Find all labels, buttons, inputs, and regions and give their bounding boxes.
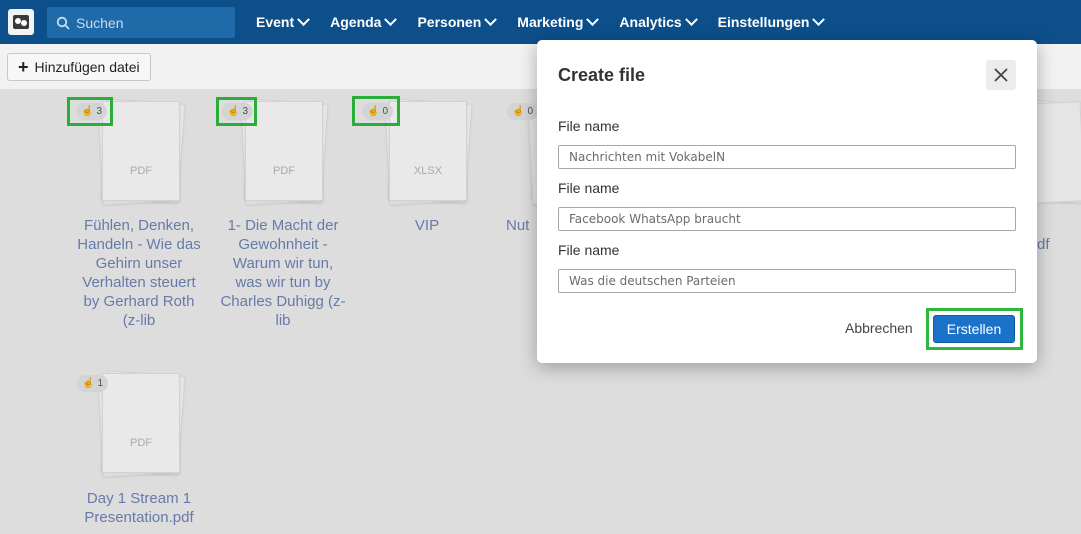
- menu-personen-label: Personen: [417, 14, 482, 30]
- menu-analytics[interactable]: Analytics: [619, 12, 698, 30]
- menu-einstellungen-label: Einstellungen: [717, 14, 810, 30]
- menu-event[interactable]: Event: [256, 12, 310, 30]
- main-menu: Event Agenda Personen Marketing Analytic…: [256, 0, 845, 44]
- chevron-down-icon: [297, 12, 310, 26]
- menu-event-label: Event: [256, 14, 295, 30]
- search-placeholder: Suchen: [76, 14, 124, 31]
- create-file-dialog: Create file File name Nachrichten mit Vo…: [537, 40, 1037, 363]
- chevron-down-icon: [484, 12, 498, 26]
- dialog-title: Create file: [558, 65, 646, 85]
- logo-icon: [13, 15, 29, 29]
- create-button[interactable]: Erstellen: [933, 315, 1015, 343]
- top-navbar: Suchen Event Agenda Personen Marketing A…: [0, 0, 1081, 44]
- chevron-down-icon: [812, 12, 826, 26]
- add-file-label: Hinzufügen datei: [34, 59, 140, 75]
- menu-agenda[interactable]: Agenda: [330, 12, 398, 30]
- file-name-field-1[interactable]: Nachrichten mit VokabelN: [558, 145, 1016, 169]
- file-name-field-3[interactable]: Was die deutschen Parteien: [558, 269, 1016, 293]
- file-name-label: File name: [558, 180, 620, 196]
- menu-analytics-label: Analytics: [619, 14, 682, 30]
- search-icon: [56, 16, 70, 30]
- app-logo[interactable]: [8, 9, 34, 35]
- chevron-down-icon: [586, 12, 600, 26]
- close-icon: [994, 68, 1008, 82]
- file-name-label: File name: [558, 242, 620, 258]
- file-name-label: File name: [558, 118, 620, 134]
- menu-einstellungen[interactable]: Einstellungen: [717, 12, 826, 30]
- menu-agenda-label: Agenda: [330, 14, 382, 30]
- chevron-down-icon: [384, 12, 398, 26]
- menu-marketing-label: Marketing: [517, 14, 584, 30]
- add-file-button[interactable]: + Hinzufügen datei: [7, 53, 151, 81]
- search-input[interactable]: Suchen: [47, 7, 235, 38]
- close-button[interactable]: [986, 60, 1016, 90]
- plus-icon: +: [18, 57, 29, 77]
- menu-marketing[interactable]: Marketing: [517, 12, 600, 30]
- menu-personen[interactable]: Personen: [417, 12, 498, 30]
- file-name-field-2[interactable]: Facebook WhatsApp braucht: [558, 207, 1016, 231]
- chevron-down-icon: [684, 12, 698, 26]
- cancel-button[interactable]: Abbrechen: [845, 320, 913, 336]
